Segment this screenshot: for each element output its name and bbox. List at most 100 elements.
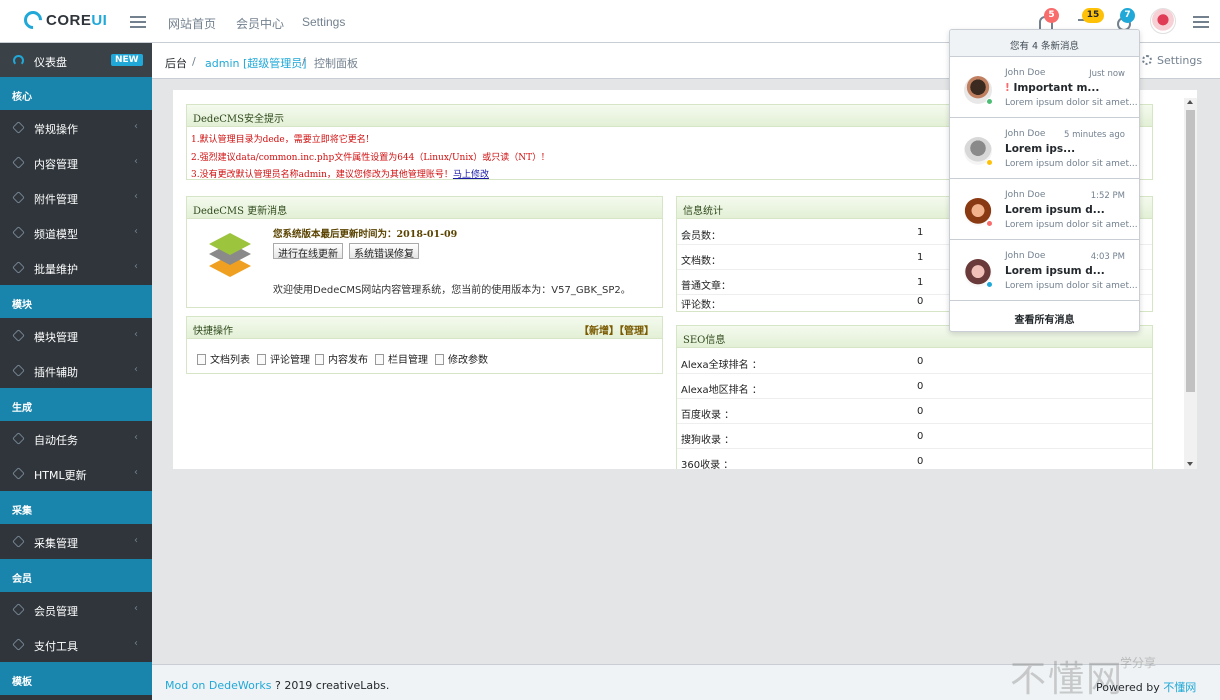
content-scrollbar[interactable] (1184, 98, 1197, 469)
tag-icon (12, 535, 25, 548)
breadcrumb-settings-button[interactable]: Settings (1142, 54, 1202, 67)
chevron-left-icon: ‹ (134, 156, 138, 167)
security-warning: 1.默认管理目录为dede，需要立即将它更名! (191, 135, 370, 145)
tag-icon (12, 638, 25, 651)
tag-icon (12, 121, 25, 134)
security-warning: 3.没有更改默认管理员名称admin，建议您修改为其他管理账号！马上修改 (191, 170, 489, 180)
seo-row: Alexa地区排名 ： 0 (677, 374, 1152, 399)
chevron-left-icon: ‹ (134, 603, 138, 614)
user-avatar[interactable] (1150, 8, 1176, 34)
messages-badge: 7 (1120, 8, 1135, 23)
chevron-left-icon: ‹ (134, 121, 138, 132)
scroll-thumb[interactable] (1186, 110, 1195, 392)
seo-row: Alexa全球排名 ： 0 (677, 349, 1152, 374)
sidebar-item-payment[interactable]: 支付工具 ‹ (0, 627, 152, 662)
sidebar-item-content[interactable]: 内容管理 ‹ (0, 145, 152, 180)
quick-link-comments[interactable]: 评论管理 (257, 351, 310, 366)
tag-icon (12, 226, 25, 239)
sidebar-item-dashboard[interactable]: 仪表盘 NEW (0, 43, 152, 77)
welcome-text: 欢迎使用DedeCMS网站内容管理系统，您当前的使用版本为：V57_GBK_SP… (273, 285, 631, 296)
status-dot (986, 220, 993, 227)
file-icon (435, 354, 444, 365)
watermark: 不懂网 (1010, 659, 1125, 700)
footer-link[interactable]: Mod on DedeWorks (165, 679, 271, 692)
seo-row: 搜狗收录 ： 0 (677, 424, 1152, 449)
view-all-messages-link[interactable]: 查看所有消息 (950, 301, 1139, 331)
nav-settings[interactable]: Settings (302, 15, 345, 29)
online-update-button[interactable]: 进行在线更新 (273, 243, 343, 260)
system-repair-button[interactable]: 系统错误修复 (349, 243, 419, 260)
tasks-badge: 15 (1082, 8, 1104, 23)
tag-icon (12, 432, 25, 445)
file-icon (257, 354, 266, 365)
nav-home[interactable]: 网站首页 (168, 15, 216, 32)
sidebar-item-batch[interactable]: 批量维护 ‹ (0, 250, 152, 285)
sidebar-item-plugins[interactable]: 插件辅助 ‹ (0, 353, 152, 388)
sidebar-item-modules[interactable]: 模块管理 ‹ (0, 318, 152, 353)
sidebar-section-title: 模块 (0, 285, 152, 318)
scroll-up-icon[interactable] (1187, 100, 1193, 104)
file-icon (375, 354, 384, 365)
aside-menu-toggle-icon[interactable] (1193, 16, 1209, 28)
fix-now-link[interactable]: 马上修改 (453, 170, 489, 180)
chevron-left-icon: ‹ (134, 535, 138, 546)
breadcrumb-separator: / (302, 55, 306, 68)
file-icon (197, 354, 206, 365)
security-warning: 2.强烈建议data/common.inc.php文件属性设置为644（Linu… (191, 153, 545, 163)
seo-row: 360收录 ： 0 (677, 449, 1152, 469)
chevron-left-icon: ‹ (134, 226, 138, 237)
chevron-left-icon: ‹ (134, 432, 138, 443)
powered-by-link[interactable]: 不懂网 (1163, 681, 1196, 694)
panel-title: DedeCMS 更新消息 (187, 197, 662, 219)
urgent-icon: ! (1005, 82, 1010, 94)
sidebar-item-attachments[interactable]: 附件管理 ‹ (0, 180, 152, 215)
sidebar-section-title: 会员 (0, 559, 152, 592)
sidebar-item-html-update[interactable]: HTML更新 ‹ (0, 456, 152, 491)
status-dot (986, 281, 993, 288)
seo-row: 百度收录 ： 0 (677, 399, 1152, 424)
sidebar-section-title: 模板 (0, 662, 152, 695)
nav-member-center[interactable]: 会员中心 (236, 15, 284, 32)
last-update-text: 您系统版本最后更新时间为：2018-01-09 (273, 229, 458, 240)
notifications-badge: 5 (1044, 8, 1059, 23)
message-item[interactable]: John Doe 5 minutes ago Lorem ips... Lore… (950, 118, 1139, 179)
tag-icon (12, 603, 25, 616)
notifications-dropdown: 您有 4 条新消息 John Doe Just now ! Important … (949, 29, 1140, 332)
add-manage-links[interactable]: 【新增】【管理】 (579, 322, 654, 337)
sidebar-item-general[interactable]: 常规操作 ‹ (0, 110, 152, 145)
sidebar-toggle-icon[interactable] (130, 16, 146, 28)
tag-icon (12, 467, 25, 480)
logo[interactable]: COREUI (20, 7, 107, 33)
quick-link-publish[interactable]: 内容发布 (315, 351, 368, 366)
breadcrumb-separator: / (192, 55, 196, 68)
chevron-left-icon: ‹ (134, 638, 138, 649)
update-panel: DedeCMS 更新消息 您系统版本最后更新时间为：2018-01-09 进行在… (186, 196, 663, 308)
panel-title: 快捷操作 【新增】【管理】 (187, 317, 662, 339)
quick-link-doc-list[interactable]: 文档列表 (197, 351, 250, 366)
sidebar-item-channel-model[interactable]: 频道模型 ‹ (0, 215, 152, 250)
sidebar-section-title: 生成 (0, 388, 152, 421)
layers-icon (201, 233, 261, 285)
message-item[interactable]: John Doe Just now ! Important m... Lorem… (950, 57, 1139, 118)
chevron-left-icon: ‹ (134, 467, 138, 478)
dropdown-header: 您有 4 条新消息 (950, 30, 1139, 57)
breadcrumb-item-user[interactable]: admin [超级管理员] (205, 55, 307, 71)
message-item[interactable]: John Doe 4:03 PM Lorem ipsum d... Lorem … (950, 240, 1139, 301)
sidebar-item-auto-tasks[interactable]: 自动任务 ‹ (0, 421, 152, 456)
chevron-left-icon: ‹ (134, 364, 138, 375)
speedometer-icon (13, 55, 24, 66)
sidebar-item-members[interactable]: 会员管理 ‹ (0, 592, 152, 627)
sidebar-item-label: 仪表盘 (34, 56, 67, 69)
tag-icon (12, 364, 25, 377)
quick-link-columns[interactable]: 栏目管理 (375, 351, 428, 366)
sidebar-item-collect[interactable]: 采集管理 ‹ (0, 524, 152, 559)
breadcrumb-item-current: 控制面板 (314, 57, 358, 70)
chevron-left-icon: ‹ (134, 191, 138, 202)
scroll-down-icon[interactable] (1187, 462, 1193, 466)
tag-icon (12, 191, 25, 204)
watermark-subtitle: 学分享 (1120, 656, 1157, 670)
breadcrumb-item-home[interactable]: 后台 (165, 55, 187, 71)
gear-icon (1142, 55, 1152, 65)
message-item[interactable]: John Doe 1:52 PM Lorem ipsum d... Lorem … (950, 179, 1139, 240)
quick-link-settings[interactable]: 修改参数 (435, 351, 488, 366)
